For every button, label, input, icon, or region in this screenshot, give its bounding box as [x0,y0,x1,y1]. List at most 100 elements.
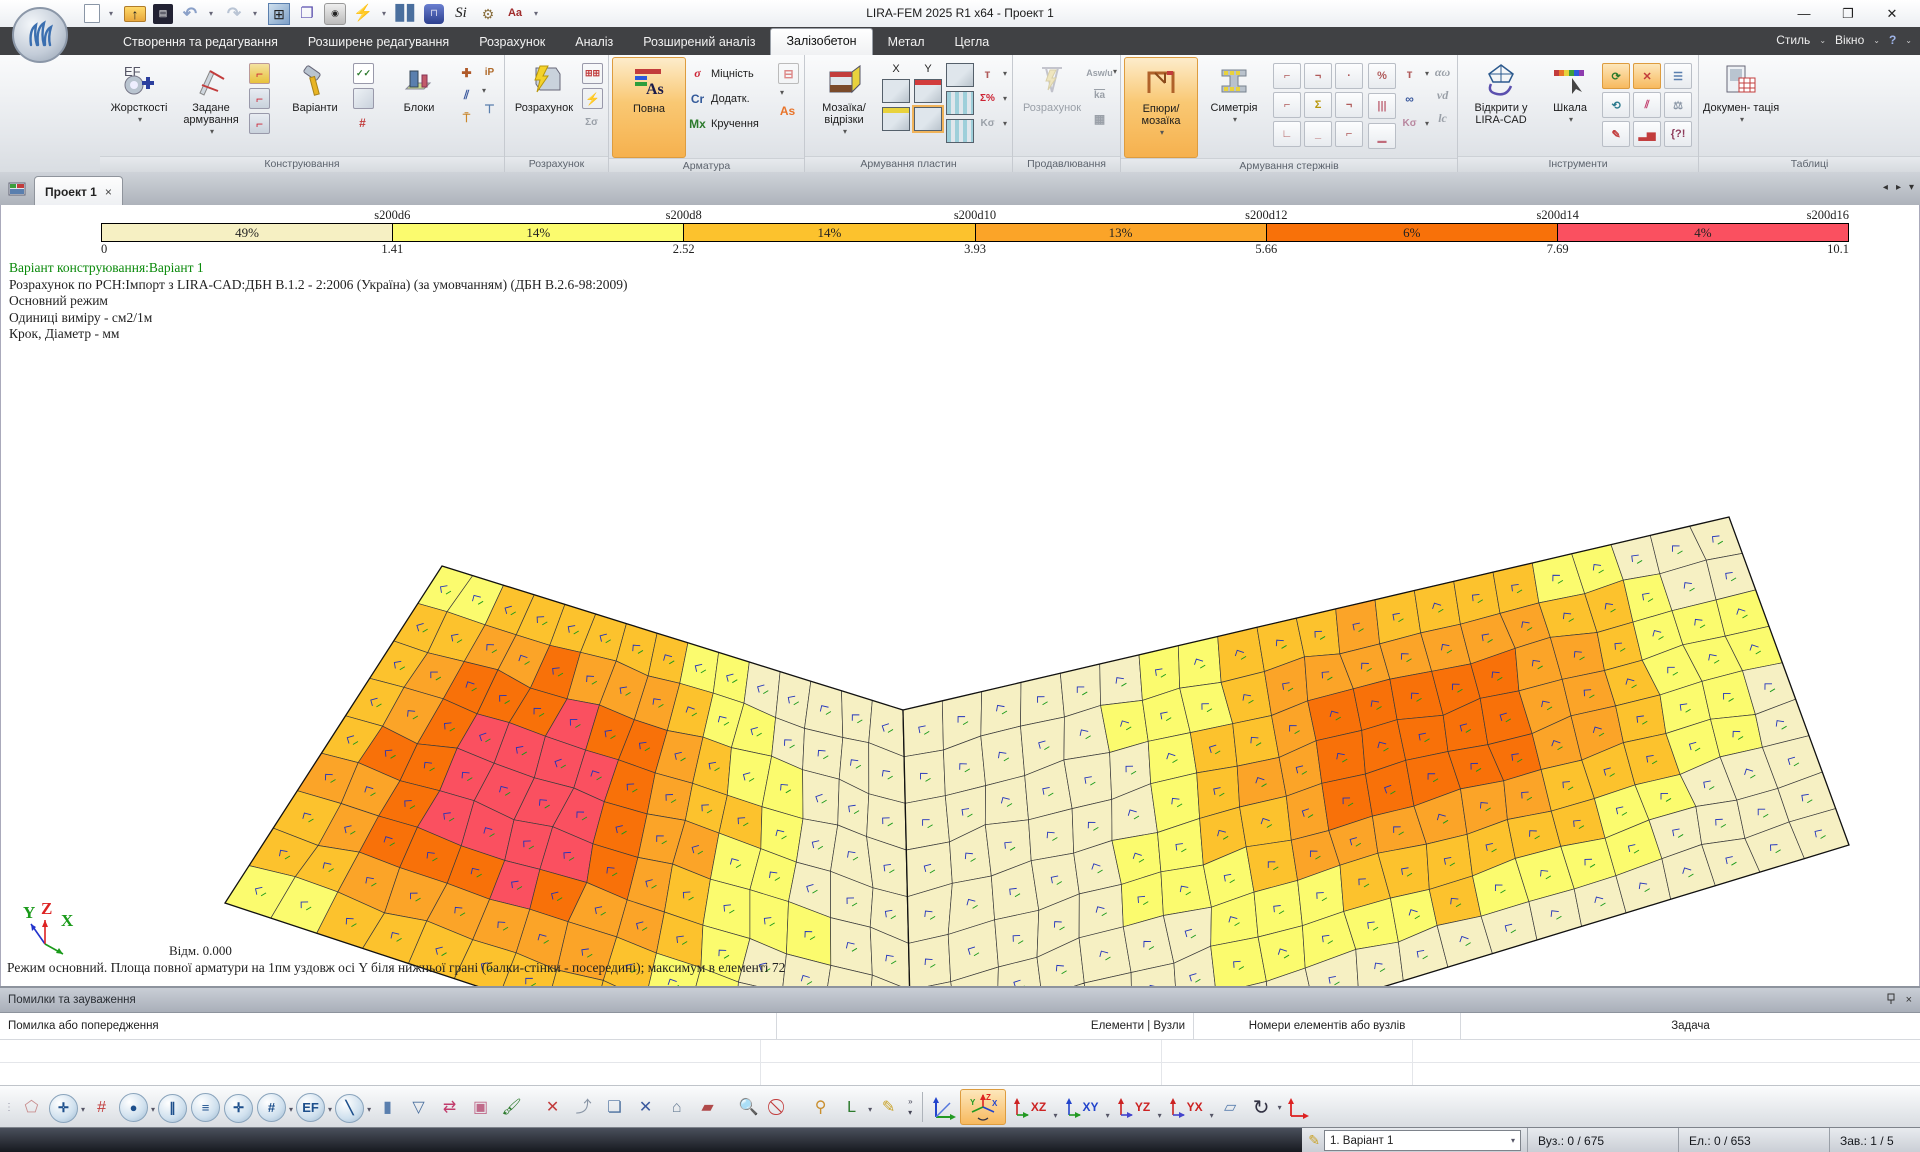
pin-icon[interactable] [1886,993,1896,1008]
frame-3d-tool[interactable]: ⌂ [663,1095,690,1122]
pencil-tool[interactable]: ✎ [875,1094,902,1121]
glasses-icon[interactable]: ∞ [1400,89,1419,108]
toolbar-overflow[interactable]: »▾ [908,1097,912,1117]
corner-rebar-icon-3[interactable]: ⌐ [249,113,270,134]
epure-mosaic-button[interactable]: Епюри/ мозаїка▾ [1124,57,1198,158]
mesh-element[interactable] [1190,724,1237,773]
abacus-icon[interactable]: ☰ [1664,63,1692,89]
add-node-tool[interactable]: ✛ [49,1094,78,1123]
restore-button[interactable]: ❐ [1826,0,1870,27]
section-corner-tile-8[interactable]: ⌐ [1335,121,1363,147]
corner-rebar-icon-2[interactable]: ⌐ [249,88,270,109]
rc-analysis-button[interactable]: Розрахунок [508,57,580,156]
torch-tool[interactable]: ⚲ [807,1094,834,1121]
add-node-tool-dropdown[interactable]: ▾ [81,1105,85,1114]
view-button-yz-dropdown[interactable]: ▾ [1158,1111,1162,1120]
chart-red-icon[interactable]: ▂▅ [1633,121,1661,147]
tab-tsegla[interactable]: Цегла [940,30,1005,55]
legend-segment-s200d8[interactable]: 14% [392,224,683,241]
rebar-color-icon[interactable]: ⫽ [1633,92,1661,118]
dimension-tool-dropdown[interactable]: ▾ [868,1105,872,1114]
tab-zalizobeton[interactable]: Залізобетон [770,28,872,55]
merge-nodes-tool-dropdown[interactable]: ▾ [151,1105,155,1114]
zoom-tool[interactable]: 🔍 [735,1094,762,1121]
mesh-element[interactable] [905,796,949,850]
hatch-lines-icon[interactable]: ⫽ [457,86,476,105]
rotate-view-button[interactable]: ↻ [1248,1094,1275,1121]
strength-button[interactable]: σ Міцність [688,63,774,84]
hide-selected-tool[interactable]: ✕ [539,1094,566,1121]
style-menu[interactable]: Стиль [1771,33,1815,47]
mesh-red-icon[interactable]: ⊞⊞ [582,63,603,84]
symmetry-button[interactable]: Симетрія▾ [1198,57,1270,156]
column-header-numbers[interactable]: Номери елементів або вузлів [1194,1013,1461,1039]
view-button-yz[interactable]: YZ [1112,1090,1156,1124]
crack-t-icon[interactable]: ᴛ [1400,64,1419,83]
mesh-element[interactable] [1696,800,1745,844]
filter-funnel-tool[interactable]: ▽ [405,1094,432,1121]
small-refresh-icon[interactable]: ⟲ [1602,92,1630,118]
pen-tool-dropdown[interactable]: ▾ [367,1105,371,1114]
additional-button[interactable]: Cr Додатк. [688,88,774,109]
documentation-button[interactable]: Докумен- тація▾ [1702,57,1780,156]
red-grid-icon[interactable]: # [353,113,372,132]
tab-rozshyrenyi-analiz[interactable]: Розширений аналіз [628,30,770,55]
close-button[interactable]: ✕ [1870,0,1914,27]
plate-cube-3-icon[interactable] [946,63,974,87]
merge-nodes-tool[interactable]: ● [119,1093,148,1122]
section-corner-tile-6[interactable]: ∟ [1273,121,1301,147]
tab-rozshyrene[interactable]: Розширене редагування [293,30,464,55]
grid-tool[interactable]: # [257,1093,286,1122]
tab-list-icon[interactable]: ▾ [1909,182,1914,193]
minimize-button[interactable]: — [1782,0,1826,27]
mesh-element[interactable] [981,726,1025,786]
legend-segment-s200d12[interactable]: 13% [975,224,1266,241]
tab-analiz[interactable]: Аналіз [560,30,628,55]
percent-tile[interactable]: % [1368,63,1396,89]
stiffness-tool-dropdown[interactable]: ▾ [328,1105,332,1114]
legend-segment-s200d10[interactable]: 14% [683,224,974,241]
clear-results-icon[interactable]: ✕ [1633,63,1661,89]
frame-section-icon[interactable]: ⊟ [778,63,799,84]
stiffness-tool[interactable]: EF [296,1093,325,1122]
plate-cube-y2-icon[interactable] [914,107,942,131]
legend-segment-s200d14[interactable]: 6% [1266,224,1557,241]
mesh-element[interactable] [904,750,945,803]
mesh-element[interactable] [909,934,951,986]
view-button-xz[interactable]: XZ [1008,1090,1052,1124]
question-calc-icon[interactable]: {?! [1664,121,1692,147]
fragment-tool[interactable]: ▣ [467,1094,494,1121]
tab-metal[interactable]: Метал [873,30,940,55]
mesh-nodes-tool[interactable]: # [88,1095,115,1122]
view-button-yx-dropdown[interactable]: ▾ [1210,1111,1214,1120]
plate-cube-5-icon[interactable] [946,119,974,143]
plate-view-tool[interactable]: ▰ [694,1094,721,1121]
pen-tool[interactable]: ╲ [335,1094,364,1123]
mesh-element[interactable] [1064,753,1112,809]
panel-close-icon[interactable]: × [1906,994,1912,1006]
rotate-node-tool[interactable]: ✛ [224,1094,253,1123]
lightning-mesh-icon[interactable]: ⚡ [582,88,603,109]
view-button-xy[interactable]: XY [1060,1090,1104,1124]
view-button-xy-dropdown[interactable]: ▾ [1106,1111,1110,1120]
scales-icon[interactable]: ⚖ [1664,92,1692,118]
legend-segment-s200d16[interactable]: 4% [1557,224,1848,241]
tab-scroll-right-icon[interactable]: ▸ [1896,182,1901,193]
iso-view-button[interactable] [930,1094,957,1121]
t-shape-icon[interactable]: ⊤ [480,99,499,118]
select-polygon-tool[interactable]: ⬠ [18,1094,45,1121]
block-tool[interactable]: ▮ [374,1094,401,1121]
mesh-element[interactable] [1161,865,1212,916]
model-viewport[interactable]: s200d6s200d8s200d10s200d12s200d14s200d16… [0,205,1920,986]
red-axes-button[interactable] [1285,1094,1312,1121]
checklist-icon[interactable]: ✓✓ [353,63,374,84]
column-header-task[interactable]: Задача [1461,1013,1920,1039]
perspective-grid-button[interactable]: ▱ [1217,1094,1244,1121]
anchor-pin-icon[interactable]: ⍑ [457,109,476,128]
assigned-reinforcement-button[interactable]: Задане армування▾ [175,57,247,156]
full-reinforcement-button[interactable]: As Повна [612,57,686,158]
crack-width-icon[interactable]: ᴛ [978,64,997,83]
section-corner-tile-4[interactable]: ⌐ [1273,92,1301,118]
restore-model-tool[interactable]: ✕ [632,1094,659,1121]
section-corner-tile-7[interactable]: _ [1304,121,1332,147]
